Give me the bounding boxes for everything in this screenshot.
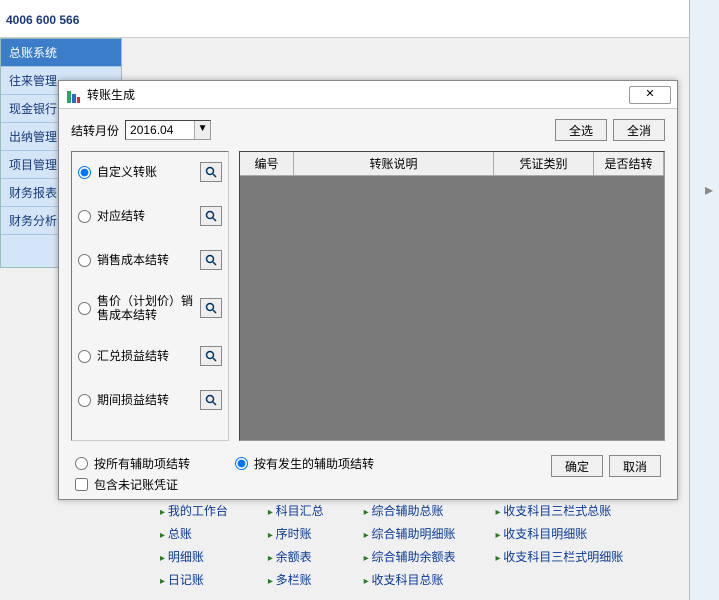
- col-description[interactable]: 转账说明: [294, 152, 494, 176]
- dropdown-icon[interactable]: ▼: [194, 121, 210, 139]
- month-input[interactable]: [126, 121, 194, 139]
- opt-include-unposted[interactable]: 包含未记账凭证: [75, 476, 235, 493]
- phone-number: 4006 600 566: [6, 13, 79, 27]
- link-income-gl[interactable]: 收支科目总账: [364, 571, 456, 588]
- close-button[interactable]: ✕: [629, 86, 671, 104]
- grid-header: 编号 转账说明 凭证类别 是否结转: [240, 152, 664, 176]
- right-gutter: ▸: [689, 0, 719, 600]
- app-icon: [65, 87, 81, 103]
- lookup-exchange[interactable]: [200, 346, 222, 366]
- radio-exchange[interactable]: [78, 350, 91, 363]
- dialog-title-text: 转账生成: [87, 81, 629, 109]
- col-carryover[interactable]: 是否结转: [594, 152, 664, 176]
- link-aux-balance[interactable]: 综合辅助余额表: [364, 548, 456, 565]
- background-links: 我的工作台 总账 明细账 日记账 科目汇总 序时账 余额表 多栏账 综合辅助总账…: [160, 502, 689, 588]
- radio-sales-cost[interactable]: [78, 254, 91, 267]
- lookup-period-pl[interactable]: [200, 390, 222, 410]
- top-bar: 4006 600 566: [0, 0, 719, 38]
- transfer-dialog: 转账生成 ✕ 结转月份 ▼ 全选 全消 自定义转账 对应结转 销售成本结转 售价…: [58, 80, 678, 500]
- month-label: 结转月份: [71, 122, 119, 139]
- radio-custom[interactable]: [78, 166, 91, 179]
- link-income-3col-detail[interactable]: 收支科目三栏式明细账: [495, 548, 623, 565]
- dialog-titlebar: 转账生成 ✕: [59, 81, 677, 109]
- link-general-ledger[interactable]: 总账: [160, 525, 228, 542]
- expand-right-icon[interactable]: ▸: [705, 180, 713, 200]
- result-grid: 编号 转账说明 凭证类别 是否结转: [239, 151, 665, 441]
- lookup-sales-cost[interactable]: [200, 250, 222, 270]
- radio-planned-price[interactable]: [78, 302, 91, 315]
- radio-period-pl[interactable]: [78, 394, 91, 407]
- link-chrono-ledger[interactable]: 序时账: [268, 525, 324, 542]
- radio-corresponding[interactable]: [78, 210, 91, 223]
- cancel-button[interactable]: 取消: [609, 455, 661, 477]
- month-select[interactable]: ▼: [125, 120, 211, 140]
- transfer-type-panel: 自定义转账 对应结转 销售成本结转 售价（计划价）销售成本结转 汇兑损益结转 期…: [71, 151, 229, 441]
- lookup-planned-price[interactable]: [200, 298, 222, 318]
- select-none-button[interactable]: 全消: [613, 119, 665, 141]
- link-income-detail[interactable]: 收支科目明细账: [495, 525, 623, 542]
- opt-all-aux[interactable]: 按所有辅助项结转: [75, 455, 235, 472]
- link-multicolumn[interactable]: 多栏账: [268, 571, 324, 588]
- select-all-button[interactable]: 全选: [555, 119, 607, 141]
- opt-have-aux[interactable]: 按有发生的辅助项结转: [235, 455, 545, 472]
- ok-button[interactable]: 确定: [551, 455, 603, 477]
- col-number[interactable]: 编号: [240, 152, 294, 176]
- sidebar-item-general-ledger[interactable]: 总账系统: [1, 39, 121, 67]
- lookup-custom[interactable]: [200, 162, 222, 182]
- link-detail-ledger[interactable]: 明细账: [160, 548, 228, 565]
- link-journal[interactable]: 日记账: [160, 571, 228, 588]
- link-balance[interactable]: 余额表: [268, 548, 324, 565]
- lookup-corresponding[interactable]: [200, 206, 222, 226]
- grid-body: [240, 176, 664, 440]
- col-voucher-type[interactable]: 凭证类别: [494, 152, 594, 176]
- link-aux-detail[interactable]: 综合辅助明细账: [364, 525, 456, 542]
